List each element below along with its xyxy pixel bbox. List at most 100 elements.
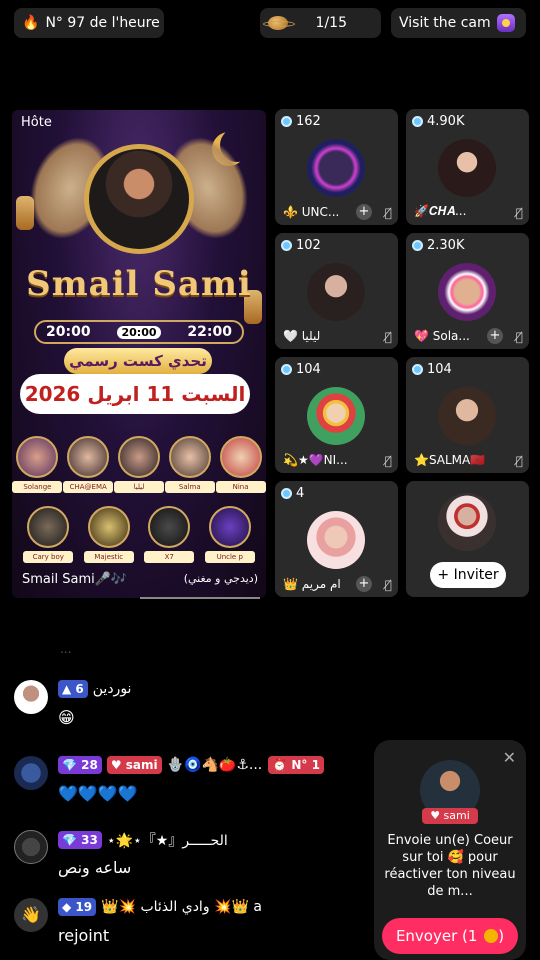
guest-name: 👑 ام مريم xyxy=(283,577,341,591)
participant-avatar xyxy=(148,506,191,548)
guest-tile[interactable]: 4 👑 ام مريم + 🎙̸ xyxy=(275,481,398,597)
visit-cam-button[interactable]: Visit the cam xyxy=(391,8,526,38)
participant-avatar xyxy=(219,436,262,478)
follow-add-icon[interactable]: + xyxy=(356,576,372,592)
viewer-count-value: 104 xyxy=(427,362,452,377)
chat-header: 💎 33 ⋆🌟⋆『★』الحـــــر xyxy=(58,830,228,850)
send-gift-button[interactable]: Envoyer (1 ) xyxy=(382,918,518,954)
guest-avatar xyxy=(438,263,496,321)
participants-row-1: Solange CHA@EMA ليليا Salma Nina xyxy=(12,436,266,493)
guest-tile[interactable]: 104 ⭐SALMA🇲🇦 🎙̸ xyxy=(406,357,529,473)
participant-avatar xyxy=(27,506,70,548)
guest-tile[interactable]: 4.90K 🚀𝑪𝑯𝑨... 🎙̸ xyxy=(406,109,529,225)
viewer-dot-icon xyxy=(281,240,292,251)
level-badge: ◆ 19 xyxy=(58,898,97,916)
chat-username[interactable]: ⋆🌟⋆『★』الحـــــر xyxy=(107,830,228,850)
participant: Salma xyxy=(164,436,215,493)
mic-muted-icon: 🎙̸ xyxy=(384,206,392,220)
self-avatar xyxy=(438,493,496,551)
host-video[interactable]: Hôte Smail Sami 20:00 20:00 22:00 تحدي ك… xyxy=(12,110,266,598)
host-footer: Smail Sami🎤🎶 (ديدجي و مغني) xyxy=(22,572,258,587)
faded-chat-line: ... xyxy=(60,642,72,656)
viewer-dot-icon xyxy=(412,240,423,251)
participant: Cary boy xyxy=(23,506,74,563)
guest-avatar xyxy=(307,263,365,321)
follow-add-icon[interactable]: + xyxy=(356,204,372,220)
chat-avatar[interactable]: 👋 xyxy=(14,898,48,932)
host-label: Hôte xyxy=(21,115,52,130)
chat-username[interactable]: 👑💥 وادي الذئاب 💥👑 a xyxy=(101,899,262,915)
guest-name: ⭐SALMA🇲🇦 xyxy=(414,453,486,467)
host-footer-subtitle: (ديدجي و مغني) xyxy=(183,572,258,585)
chat-header: ▲ 6 نوردين xyxy=(58,680,131,698)
guest-tile[interactable]: 162 ⚜️ UNC... + 🎙̸ xyxy=(275,109,398,225)
viewer-count-value: 4 xyxy=(296,486,305,501)
viewer-dot-icon xyxy=(412,116,423,127)
viewer-count: 162 xyxy=(281,114,321,129)
viewer-count: 104 xyxy=(412,362,452,377)
viewer-count-value: 102 xyxy=(296,238,321,253)
hourly-rank-pill[interactable]: 🔥 N° 97 de l'heure xyxy=(14,8,164,38)
rank-badge: ⏰ N° 1 xyxy=(268,756,324,774)
close-icon[interactable]: ✕ xyxy=(503,748,516,767)
chat-avatar[interactable] xyxy=(14,680,48,714)
fan-badge-label: sami xyxy=(125,758,158,772)
participant: Uncle p xyxy=(204,506,255,563)
participant-name: Solange xyxy=(12,481,63,493)
chat-username[interactable]: نوردين xyxy=(93,681,132,697)
coin-icon xyxy=(484,929,499,943)
chat-avatar[interactable] xyxy=(14,756,48,790)
reactivate-gift-popup: ✕ ♥ sami Envoie un(e) Coeur sur toi 🥰 po… xyxy=(374,740,526,960)
level-badge: ▲ 6 xyxy=(58,680,88,698)
popup-message: Envoie un(e) Coeur sur toi 🥰 pour réacti… xyxy=(384,833,516,899)
guest-avatar xyxy=(307,511,365,569)
guest-name: 💫★💜NI... xyxy=(283,453,348,467)
guest-avatar xyxy=(438,139,496,197)
scroll-indicator xyxy=(140,597,260,599)
camera-icon xyxy=(496,14,515,32)
host-name-title: Smail Sami xyxy=(26,264,252,304)
participant: Nina xyxy=(215,436,266,493)
level-value: 28 xyxy=(81,758,98,772)
guest-tile[interactable]: 102 🤍 ليليا 🎙̸ xyxy=(275,233,398,349)
guest-tile[interactable]: 2.30K 💖 Sola... + 🎙̸ xyxy=(406,233,529,349)
fan-badge: ♥ sami xyxy=(422,808,478,824)
participants-row-2: Cary boy Majestic X7 Uncle p xyxy=(12,506,266,563)
guest-avatar xyxy=(307,387,365,445)
visit-cam-label: Visit the cam xyxy=(399,15,491,31)
page-indicator: 1/15 xyxy=(315,15,347,31)
viewer-count: 4 xyxy=(281,486,304,501)
viewer-dot-icon xyxy=(281,116,292,127)
participant-avatar xyxy=(117,436,160,478)
mic-muted-icon: 🎙̸ xyxy=(384,330,392,344)
viewer-dot-icon xyxy=(281,488,292,499)
viewer-count: 2.30K xyxy=(412,238,464,253)
challenge-banner: تحدي كست رسمي xyxy=(64,348,212,374)
waving-hand-icon: 👋 xyxy=(21,905,41,924)
host-portrait xyxy=(84,144,194,254)
participant-name: Majestic xyxy=(83,551,134,563)
guest-tile[interactable]: 104 💫★💜NI... 🎙̸ xyxy=(275,357,398,473)
viewer-count: 102 xyxy=(281,238,321,253)
room-pager[interactable]: 1/15 xyxy=(260,8,381,38)
chat-avatar[interactable] xyxy=(14,830,48,864)
level-value: 33 xyxy=(81,833,98,847)
host-footer-name: Smail Sami🎤🎶 xyxy=(22,572,128,587)
fan-badge: ♥ sami xyxy=(106,756,162,774)
level-badge: 💎 28 xyxy=(58,756,102,774)
guest-name: 🚀𝑪𝑯𝑨... xyxy=(414,204,467,218)
guest-name: ⚜️ UNC... xyxy=(283,205,340,219)
mic-muted-icon: 🎙̸ xyxy=(384,578,392,592)
level-value: 19 xyxy=(75,900,93,914)
invite-button[interactable]: + Inviter xyxy=(430,562,506,588)
viewer-dot-icon xyxy=(412,364,423,375)
follow-add-icon[interactable]: + xyxy=(487,328,503,344)
viewer-count: 104 xyxy=(281,362,321,377)
guest-name: 💖 Sola... xyxy=(414,329,470,343)
chat-text: ساعه ونص xyxy=(58,858,132,877)
participant-avatar xyxy=(87,506,130,548)
participant: CHA@EMA xyxy=(63,436,114,493)
hourly-rank-label: N° 97 de l'heure xyxy=(45,15,160,31)
chat-header: ◆ 19 👑💥 وادي الذئاب 💥👑 a xyxy=(58,898,262,916)
participant-name: Salma xyxy=(164,481,215,493)
